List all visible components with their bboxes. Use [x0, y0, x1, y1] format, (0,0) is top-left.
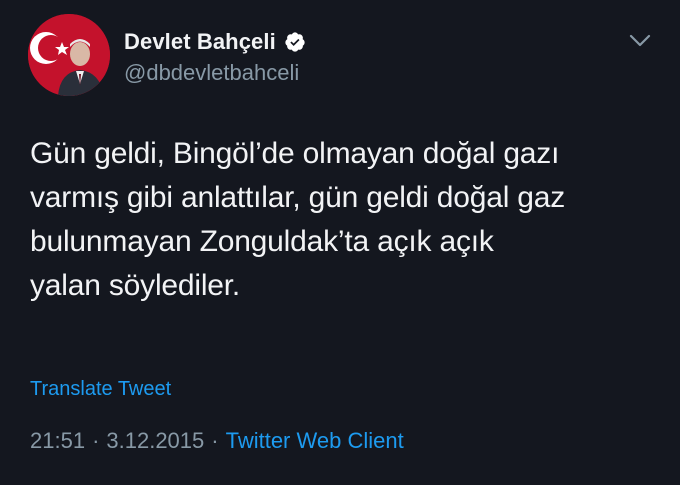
display-name[interactable]: Devlet Bahçeli [124, 29, 276, 55]
avatar-photo-icon [28, 14, 110, 96]
handle[interactable]: @dbdevletbahceli [124, 60, 306, 86]
tweet-client-link[interactable]: Twitter Web Client [226, 428, 404, 454]
tweet-card: Devlet Bahçeli @dbdevletbahceli Gün geld… [0, 0, 680, 485]
avatar[interactable] [28, 14, 110, 96]
name-row: Devlet Bahçeli [124, 28, 306, 56]
translate-tweet-link[interactable]: Translate Tweet [30, 378, 171, 401]
tweet-meta: 21:51 · 3.12.2015 · Twitter Web Client [30, 428, 404, 454]
meta-separator: · [211, 428, 219, 453]
chevron-down-icon[interactable] [626, 26, 654, 54]
meta-separator: · [92, 428, 100, 453]
tweet-date: 3.12.2015 [106, 428, 205, 453]
author-block: Devlet Bahçeli @dbdevletbahceli [124, 28, 306, 86]
tweet-text: Gün geldi, Bingöl’de olmayan doğal gazı … [30, 137, 566, 302]
tweet-time: 21:51 [30, 428, 86, 453]
verified-badge-icon [285, 32, 305, 52]
